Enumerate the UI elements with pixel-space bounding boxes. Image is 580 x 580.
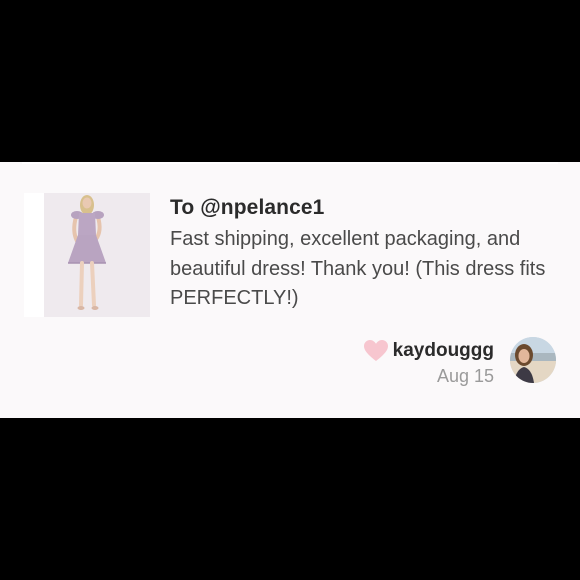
listing-thumbnail[interactable] <box>24 193 150 317</box>
dress-model-illustration <box>44 193 150 317</box>
review-date: Aug 15 <box>436 366 494 386</box>
user-avatar[interactable] <box>510 337 556 383</box>
review-recipient[interactable]: To @npelance1 <box>170 196 324 220</box>
card-divider <box>22 162 558 164</box>
dress-photo <box>44 193 150 317</box>
avatar-photo <box>510 337 556 383</box>
app-frame: To @npelance1 Fast shipping, excellent p… <box>0 0 580 580</box>
review-message: Fast shipping, excellent packaging, and … <box>170 228 546 309</box>
author-username[interactable]: kaydouggg <box>393 340 494 362</box>
review-author-row: kaydouggg <box>363 339 494 363</box>
heart-icon[interactable] <box>363 339 389 363</box>
